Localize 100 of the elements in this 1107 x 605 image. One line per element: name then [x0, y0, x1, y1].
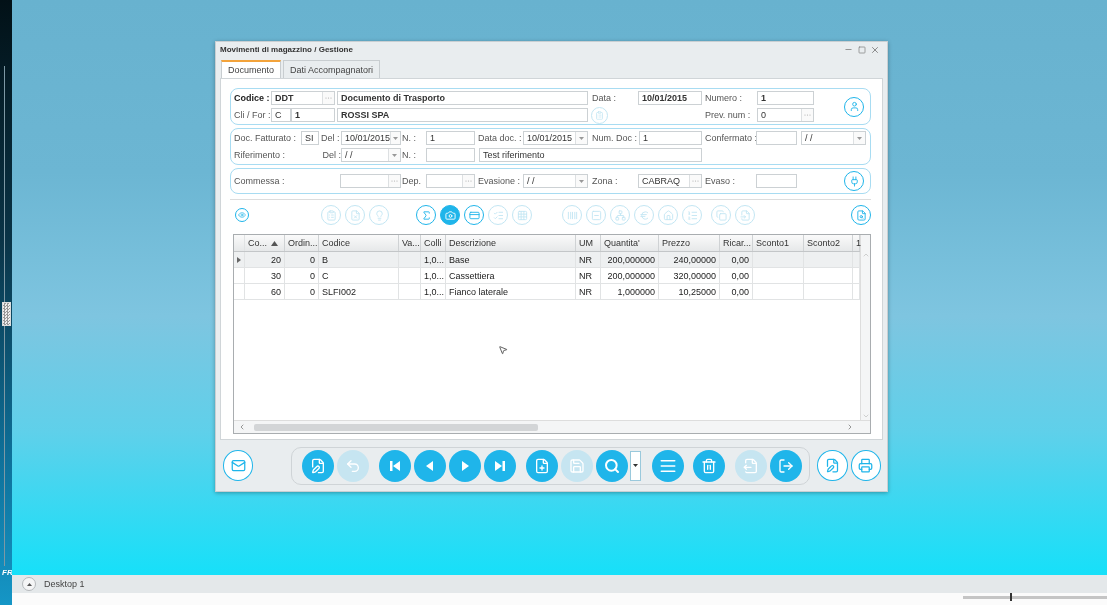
field-label: Data doc. : — [477, 133, 523, 143]
field-label: Cli / For : — [234, 110, 271, 120]
ellipsis-button[interactable] — [801, 109, 813, 121]
edit-document-button[interactable] — [817, 450, 848, 481]
column-header[interactable]: Co... — [245, 235, 285, 251]
text-field[interactable]: 1 — [291, 108, 335, 122]
table-cell: SLFI002 — [319, 284, 399, 299]
search-button[interactable] — [596, 449, 629, 482]
delete-button[interactable] — [693, 449, 726, 482]
tab[interactable]: Documento — [221, 60, 282, 78]
list-button[interactable] — [591, 106, 608, 124]
text-field[interactable]: ROSSI SPA — [337, 108, 588, 122]
expand-button[interactable] — [22, 577, 36, 591]
field-label: N. : — [401, 133, 417, 143]
dropdown-button[interactable] — [390, 132, 400, 144]
document-plus-icon — [534, 457, 551, 474]
table-cell: 320,00000 — [659, 268, 720, 283]
dropdown-button[interactable] — [388, 149, 400, 161]
ellipsis-button[interactable] — [462, 175, 474, 187]
toolbar-button[interactable] — [416, 205, 436, 225]
date-field[interactable]: / / — [523, 174, 588, 188]
table-row[interactable]: 30 0 C 1,0... Cassettiera NR 200,000000 320,00000 0,00 — [234, 268, 860, 284]
camera-icon — [444, 209, 456, 221]
checklist-icon — [492, 209, 504, 221]
previous-button[interactable] — [414, 449, 447, 482]
eye-button[interactable] — [235, 208, 249, 222]
slider-thumb[interactable] — [2, 302, 11, 326]
mail-button[interactable] — [223, 450, 254, 481]
table-cell: 0 — [285, 284, 319, 299]
text-field[interactable] — [756, 131, 797, 145]
search-document-button[interactable] — [851, 205, 871, 225]
text-field[interactable]: 1 — [639, 131, 702, 145]
table-cell: 1,0... — [421, 252, 446, 267]
tab[interactable]: Dati Accompagnatori — [283, 60, 381, 78]
date-field[interactable]: 10/01/2015 — [341, 131, 401, 145]
user-button[interactable] — [844, 96, 864, 117]
text-field[interactable] — [426, 174, 475, 188]
dropdown-button[interactable] — [853, 132, 865, 144]
text-field[interactable]: 0 — [757, 108, 814, 122]
slider-track[interactable] — [963, 596, 1107, 599]
maximize-button[interactable] — [855, 43, 868, 56]
column-header[interactable]: Va... — [399, 235, 421, 251]
side-label: FR — [2, 568, 13, 577]
date-field[interactable]: / / — [801, 131, 866, 145]
table-cell: 1,0... — [421, 268, 446, 283]
next-button[interactable] — [449, 449, 482, 482]
text-field[interactable]: DDT — [271, 91, 335, 105]
text-field[interactable] — [340, 174, 401, 188]
scroll-right-icon[interactable] — [846, 423, 854, 431]
table-row[interactable]: 20 0 B 1,0... Base NR 200,000000 240,00000 0,00 — [234, 252, 860, 268]
date-field[interactable]: / / — [341, 148, 401, 162]
document-import-icon — [739, 209, 751, 221]
scroll-up-icon[interactable] — [861, 251, 870, 259]
exit-button[interactable] — [770, 449, 803, 482]
document-export-icon — [743, 457, 760, 474]
column-header[interactable]: Codice — [319, 235, 399, 251]
dropdown-button[interactable] — [575, 132, 587, 144]
text-field[interactable]: C — [271, 108, 291, 122]
ellipsis-button[interactable] — [689, 175, 701, 187]
last-record-button[interactable] — [484, 449, 517, 482]
dropdown-button[interactable] — [575, 175, 587, 187]
search-icon — [604, 457, 621, 474]
scroll-down-icon[interactable] — [861, 412, 870, 420]
plug-button[interactable] — [844, 171, 864, 191]
dropdown-button[interactable] — [630, 450, 642, 481]
print-button[interactable] — [850, 450, 881, 481]
text-field[interactable]: Documento di Trasporto — [337, 91, 588, 105]
table-cell: 0,00 — [720, 268, 753, 283]
text-field[interactable]: CABRAQ — [638, 174, 702, 188]
ellipsis-button[interactable] — [322, 92, 334, 104]
scroll-left-icon[interactable] — [238, 423, 246, 431]
column-header[interactable]: Descrizione — [446, 235, 576, 251]
text-field[interactable]: 10/01/2015 — [638, 91, 702, 105]
column-header[interactable]: Ordin... — [285, 235, 319, 251]
column-header[interactable]: Colli — [421, 235, 446, 251]
text-field[interactable]: Test riferimento — [479, 148, 702, 162]
ellipsis-button[interactable] — [388, 175, 400, 187]
text-field[interactable]: SI — [301, 131, 319, 145]
column-header[interactable]: Sconto2 — [804, 235, 853, 251]
copy-icon — [715, 209, 727, 221]
first-record-button[interactable] — [379, 449, 412, 482]
text-field[interactable]: 1 — [426, 131, 475, 145]
barcode-icon — [566, 209, 578, 221]
column-header[interactable]: Ricar... — [720, 235, 753, 251]
column-header[interactable]: Prezzo — [659, 235, 720, 251]
date-field[interactable]: 10/01/2015 — [523, 131, 588, 145]
toolbar-button[interactable] — [440, 205, 460, 225]
column-header[interactable]: Sconto1 — [753, 235, 804, 251]
text-field[interactable] — [756, 174, 797, 188]
column-header[interactable]: Quantita' — [601, 235, 659, 251]
list-button[interactable] — [652, 449, 685, 482]
text-field[interactable] — [426, 148, 475, 162]
table-row[interactable]: 60 0 SLFI002 1,0... Fianco laterale NR 1,000000 10,25000 0,00 — [234, 284, 860, 300]
column-header[interactable]: UM — [576, 235, 601, 251]
edit-button[interactable] — [302, 449, 335, 482]
text-field[interactable]: 1 — [757, 91, 814, 105]
vertical-scrollbar[interactable] — [860, 235, 870, 420]
toolbar-button[interactable] — [464, 205, 484, 225]
horizontal-scrollbar[interactable] — [234, 420, 870, 433]
new-document-button[interactable] — [526, 449, 559, 482]
